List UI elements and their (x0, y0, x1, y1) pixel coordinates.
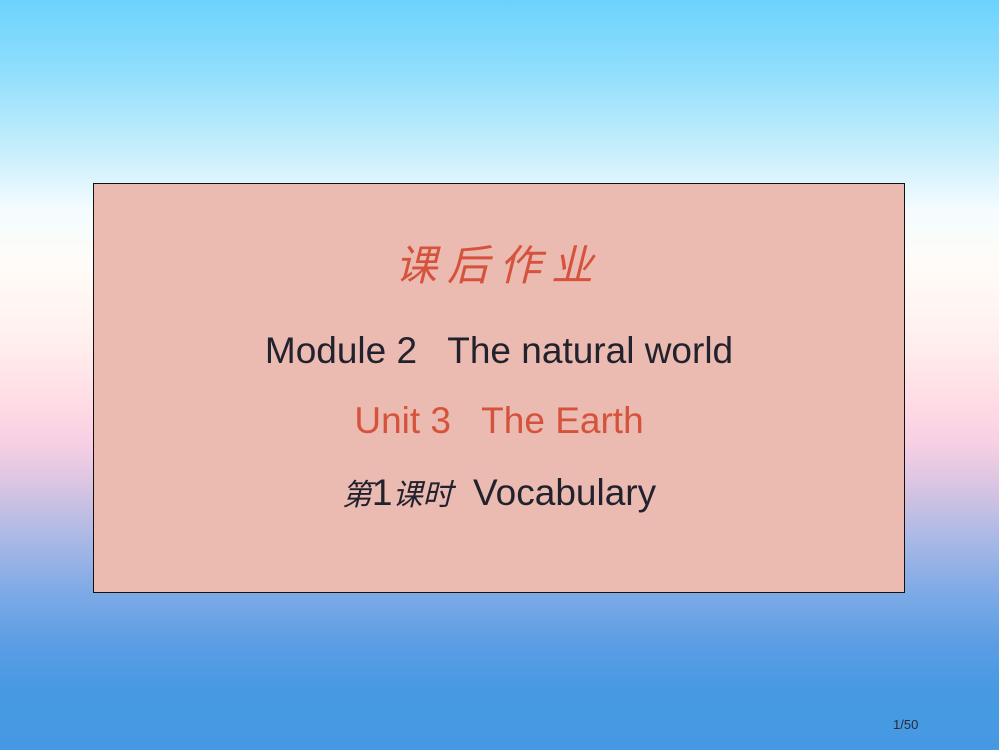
slide-title-card: 课后作业 Module 2 The natural world Unit 3 T… (93, 183, 905, 593)
lesson-spacer (452, 472, 473, 513)
module-heading: Module 2 The natural world (264, 330, 734, 371)
page-indicator: 1/50 (893, 717, 919, 732)
lesson-number: 1 (371, 472, 393, 513)
lesson-topic: Vocabulary (473, 472, 657, 513)
unit-heading: Unit 3 The Earth (354, 400, 644, 441)
homework-title: 课后作业 (394, 241, 603, 290)
lesson-heading: 第1课时 Vocabulary (94, 470, 904, 514)
lesson-prefix: 第 (341, 478, 372, 513)
lesson-suffix: 课时 (392, 478, 453, 513)
